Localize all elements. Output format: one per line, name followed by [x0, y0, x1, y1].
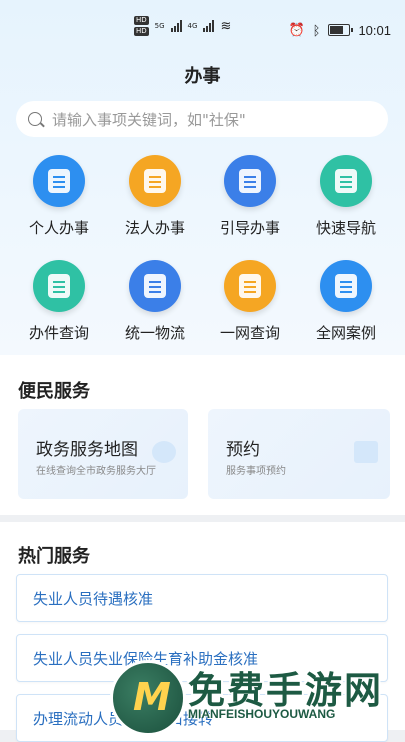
quick-item-guide[interactable]: 引导办事	[205, 155, 295, 238]
network-indicators: HD HD 5G 4G ≋	[134, 16, 231, 36]
quick-item-label: 法人办事	[124, 219, 185, 237]
card-subtitle: 在线查询全市政务服务大厅	[36, 466, 156, 477]
personal-affairs-icon	[33, 155, 85, 207]
watermark-logo-letter: M	[133, 675, 171, 719]
search-input[interactable]: 请输入事项关键词，如"社保"	[16, 101, 388, 137]
signal-icon	[170, 20, 182, 32]
network-4g-label: 4G	[187, 22, 198, 30]
signal-icon	[203, 20, 215, 32]
watermark-logo: M	[110, 660, 186, 736]
quick-item-case-query[interactable]: 办件查询	[14, 260, 104, 343]
guide-icon	[224, 155, 276, 207]
quick-item-label: 引导办事	[219, 219, 280, 237]
quick-item-label: 统一物流	[124, 324, 185, 342]
watermark: M 免费手游网 MIANFEISHOUYOUWANG	[108, 650, 405, 736]
battery-icon	[328, 24, 354, 36]
card-title: 预约	[226, 440, 260, 460]
section-title: 便民服务	[18, 381, 90, 402]
card-title: 政务服务地图	[36, 440, 138, 460]
status-bar: HD HD 5G 4G ≋ ⏰ ᛒ 10:01	[0, 0, 405, 44]
calendar-icon	[354, 441, 378, 463]
quick-item-label: 一网查询	[219, 324, 280, 342]
network-5g-label: 5G	[154, 22, 165, 30]
quick-item-logistics[interactable]: 统一物流	[110, 260, 200, 343]
wifi-icon: ≋	[220, 18, 232, 34]
hd-badge: HD	[134, 27, 149, 36]
alarm-icon: ⏰	[288, 22, 305, 37]
navigation-icon	[320, 155, 372, 207]
hot-service-item[interactable]: 失业人员待遇核准	[16, 574, 388, 622]
hd-badges: HD HD	[134, 16, 149, 36]
card-subtitle: 服务事项预约	[226, 466, 286, 477]
map-pin-icon	[152, 441, 176, 463]
briefcase-icon	[320, 260, 372, 312]
quick-item-cases[interactable]: 全网案例	[301, 260, 391, 343]
status-right: ⏰ ᛒ 10:01	[288, 22, 391, 38]
quick-item-label: 办件查询	[28, 324, 89, 342]
quick-item-label: 个人办事	[28, 219, 89, 237]
bluetooth-icon: ᛒ	[312, 22, 321, 38]
quick-item-legal[interactable]: 法人办事	[110, 155, 200, 238]
quick-item-label: 快速导航	[315, 219, 376, 237]
quick-item-navigation[interactable]: 快速导航	[301, 155, 391, 238]
convenience-section: 便民服务 政务服务地图 在线查询全市政务服务大厅 预约 服务事项预约	[0, 355, 405, 515]
globe-icon	[224, 260, 276, 312]
appointment-card[interactable]: 预约 服务事项预约	[208, 409, 390, 499]
service-map-card[interactable]: 政务服务地图 在线查询全市政务服务大厅	[18, 409, 188, 499]
quick-item-personal[interactable]: 个人办事	[14, 155, 104, 238]
search-icon	[28, 112, 42, 126]
watermark-subtext: MIANFEISHOUYOUWANG	[188, 707, 336, 721]
hd-badge: HD	[134, 16, 149, 25]
legal-person-icon	[129, 155, 181, 207]
quick-item-label: 全网案例	[315, 324, 376, 342]
page-title: 办事	[184, 66, 221, 87]
watermark-text: 免费手游网	[188, 669, 383, 712]
clock: 10:01	[358, 22, 391, 38]
section-title: 热门服务	[18, 546, 90, 567]
logistics-icon	[129, 260, 181, 312]
quick-item-query[interactable]: 一网查询	[205, 260, 295, 343]
hot-service-label: 失业人员待遇核准	[33, 590, 154, 608]
case-query-icon	[33, 260, 85, 312]
search-placeholder: 请输入事项关键词，如"社保"	[52, 110, 246, 129]
